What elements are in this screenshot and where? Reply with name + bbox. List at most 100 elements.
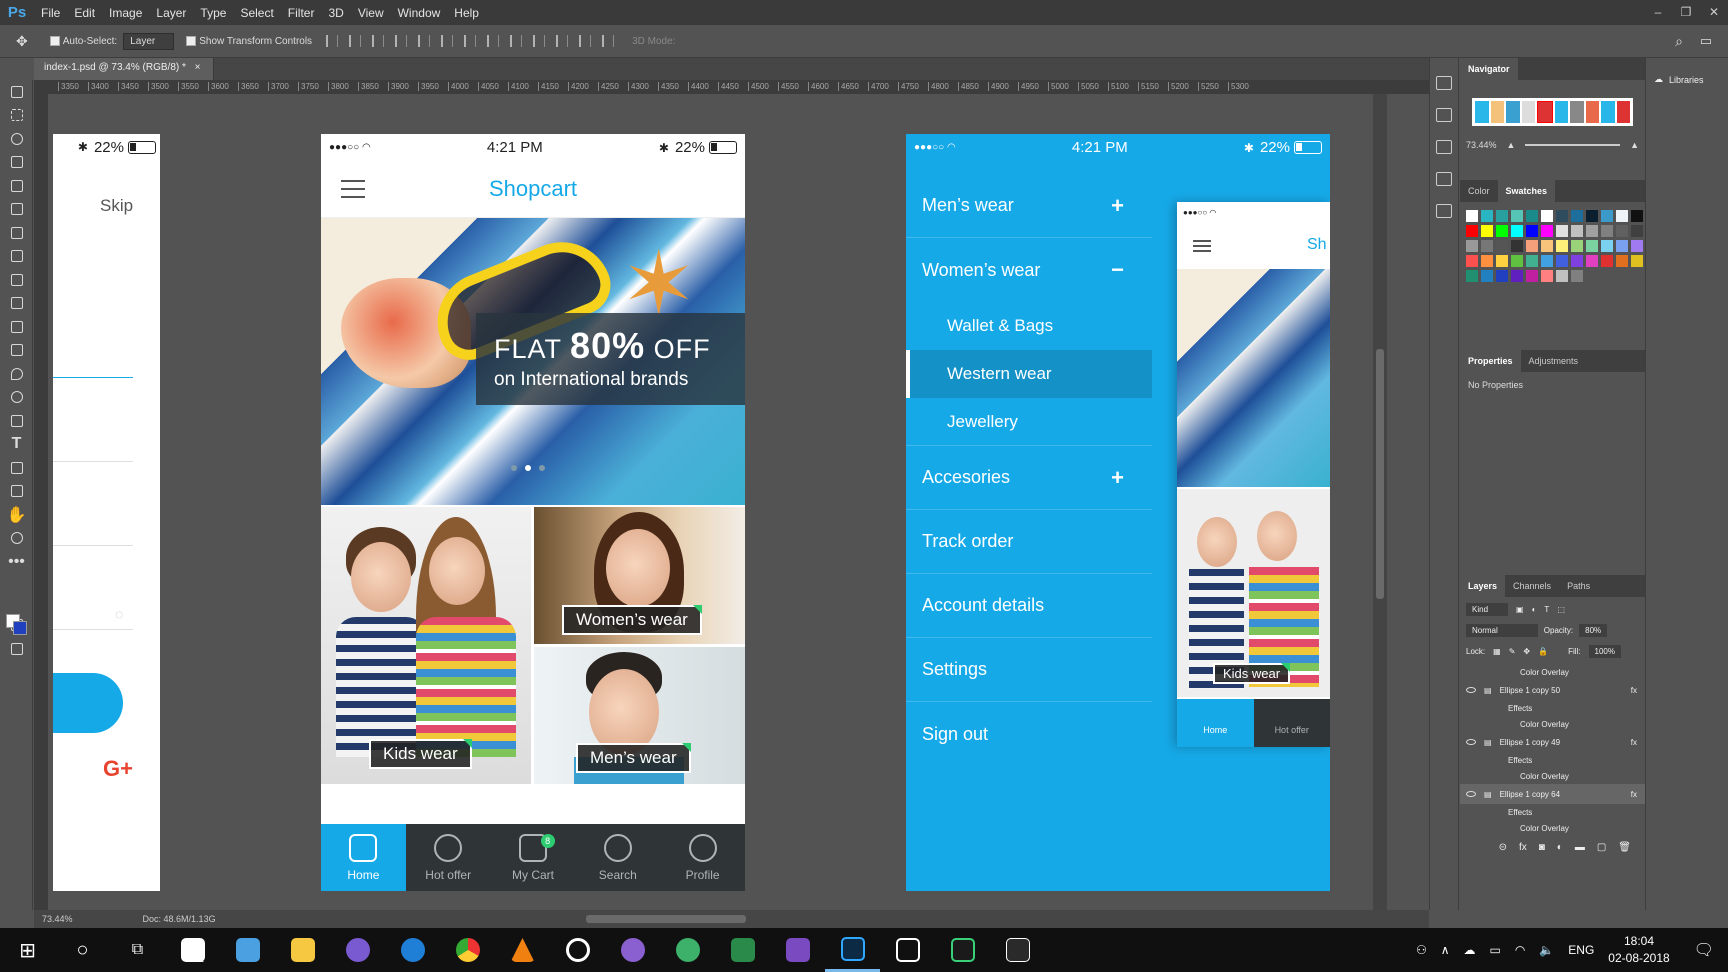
swatch[interactable] [1496,270,1508,282]
adjustment-icon[interactable]: ◐ [1557,842,1563,853]
type-tool[interactable]: T [0,433,33,457]
submenu-jewellery[interactable]: Jewellery [906,398,1152,446]
tab-paths[interactable]: Paths [1559,575,1598,597]
swatch[interactable] [1481,270,1493,282]
align-hcenter-icon[interactable] [418,35,431,47]
eye-off-icon[interactable]: ◌ [115,606,123,622]
taskbar-mail[interactable]: 1 [165,928,220,972]
swatch[interactable] [1481,210,1493,222]
taskbar-epic-games[interactable] [990,928,1045,972]
tab-layers[interactable]: Layers [1460,575,1506,597]
nav-my-cart[interactable]: 8 My Cart [491,824,576,891]
swatch[interactable] [1526,270,1538,282]
google-plus-icon[interactable]: G+ [103,756,133,782]
zoom-level[interactable]: 73.44% [42,914,73,924]
swatch[interactable] [1526,255,1538,267]
navigator-thumbnail[interactable] [1472,98,1633,126]
login-button[interactable] [53,673,123,733]
swatch[interactable] [1511,240,1523,252]
close-tab-icon[interactable]: × [195,62,201,73]
menu-help[interactable]: Help [447,6,486,20]
eraser-tool[interactable] [0,315,33,339]
brush-settings-icon[interactable] [1436,108,1452,122]
menu-type[interactable]: Type [193,6,233,20]
mask-icon[interactable]: ◙ [1539,842,1545,853]
carousel-dot[interactable] [539,465,545,471]
nav-home[interactable]: Home [321,824,406,891]
paragraph-icon[interactable] [1436,204,1452,218]
move-tool-icon[interactable]: ✥ [16,33,28,50]
align-vcenter-icon[interactable] [349,35,362,47]
swatch[interactable] [1541,210,1553,222]
swatch[interactable] [1511,255,1523,267]
taskbar-pycharm[interactable] [935,928,990,972]
distribute-top-icon[interactable] [464,35,477,47]
link-icon[interactable]: ⊝ [1499,842,1507,853]
align-top-icon[interactable] [326,35,339,47]
navigator-zoom-value[interactable]: 73.44% [1466,140,1497,150]
filter-pixel-icon[interactable]: ▣ [1516,605,1524,614]
swatch[interactable] [1556,210,1568,222]
language-indicator[interactable]: ENG [1568,943,1594,957]
close-icon[interactable]: ✕ [1700,0,1728,25]
menu-image[interactable]: Image [102,6,149,20]
distribute-vcenter-icon[interactable] [487,35,500,47]
zoom-slider[interactable] [1525,144,1621,146]
fx-icon[interactable]: fx [1631,686,1637,695]
zoom-in-icon[interactable]: ▲ [1630,140,1639,150]
swatch[interactable] [1616,240,1628,252]
swatch[interactable] [1466,225,1478,237]
swatch[interactable] [1466,210,1478,222]
lock-brush-icon[interactable]: ✎ [1509,647,1516,656]
clock[interactable]: 18:04 02-08-2018 [1608,933,1669,967]
swatch[interactable] [1556,240,1568,252]
brush-tool[interactable] [0,245,33,269]
menu-view[interactable]: View [351,6,391,20]
menu-item-mens-wear[interactable]: Men’s wear + [906,174,1152,238]
align-left-icon[interactable] [395,35,408,47]
taskbar-photoshop[interactable] [825,928,880,972]
lock-all-icon[interactable]: 🔒 [1538,647,1548,656]
layer-effect-overlay[interactable]: Color Overlay [1460,716,1645,732]
layer-effects[interactable]: Effects [1460,752,1645,768]
taskbar-chrome[interactable] [440,928,495,972]
swatch[interactable] [1496,255,1508,267]
skip-link[interactable]: Skip [100,196,133,216]
plus-icon[interactable]: + [1111,465,1124,491]
vertical-scrollbar[interactable] [1373,94,1387,910]
layer-effect-overlay[interactable]: Color Overlay [1460,664,1645,680]
tab-adjustments[interactable]: Adjustments [1521,350,1587,372]
swatch[interactable] [1541,225,1553,237]
menu-filter[interactable]: Filter [281,6,322,20]
swatch[interactable] [1556,225,1568,237]
auto-align-icon[interactable] [602,35,615,47]
nav-profile[interactable]: Profile [660,824,745,891]
align-bottom-icon[interactable] [372,35,385,47]
layer-effect-overlay[interactable]: Color Overlay [1460,820,1645,836]
history-brush-tool[interactable] [0,292,33,316]
align-right-icon[interactable] [441,35,454,47]
swatch[interactable] [1511,270,1523,282]
distribute-right-icon[interactable] [579,35,592,47]
nav-hot-offer[interactable]: Hot offer [406,824,491,891]
menu-item-sign-out[interactable]: Sign out [906,702,1152,766]
visibility-eye-icon[interactable] [1466,687,1476,693]
color-swatches[interactable] [0,574,33,635]
swatch[interactable] [1571,210,1583,222]
chevron-up-icon[interactable]: ∧ [1441,943,1450,957]
menu-edit[interactable]: Edit [67,6,102,20]
taskbar-explorer[interactable] [275,928,330,972]
background-color[interactable] [13,621,27,635]
swatch[interactable] [1586,210,1598,222]
tab-channels[interactable]: Channels [1505,575,1559,597]
zoom-tool[interactable] [0,527,33,551]
taskbar-vlc[interactable] [495,928,550,972]
promo-banner[interactable]: ✶ FLAT 80% OFF on International brands [321,218,745,505]
opacity-value[interactable]: 80% [1579,624,1608,637]
more-tools[interactable]: ••• [0,550,33,574]
new-layer-icon[interactable]: ▢ [1597,842,1606,853]
character-icon[interactable] [1436,172,1452,186]
history-icon[interactable] [1436,76,1452,90]
swatch[interactable] [1541,255,1553,267]
tab-navigator[interactable]: Navigator [1460,58,1518,80]
